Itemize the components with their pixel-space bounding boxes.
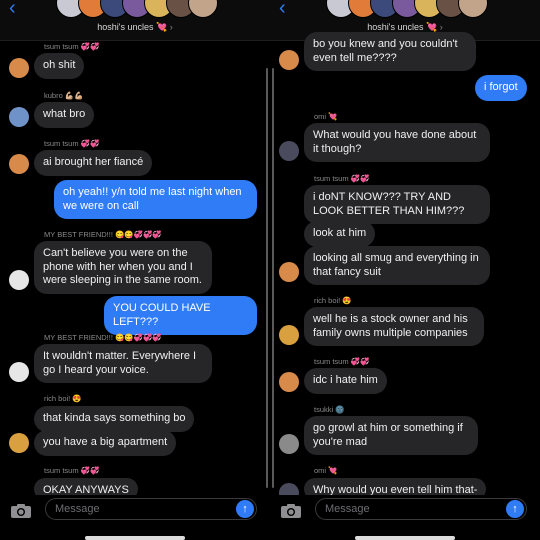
sender-avatar[interactable] — [279, 262, 299, 282]
input-bar: Message ↑ — [0, 495, 270, 540]
sender-avatar[interactable] — [279, 434, 299, 454]
sender-name: kubro 💪🏼💪🏼 — [44, 91, 84, 100]
message-bubble-outgoing[interactable]: i forgot — [475, 75, 527, 101]
conversation-header: ‹ hoshi's uncles 💘 › — [0, 0, 270, 41]
message-bubble[interactable]: i doNT KNOW??? TRY AND LOOK BETTER THAN … — [304, 185, 490, 224]
camera-icon[interactable] — [280, 503, 302, 519]
message-placeholder: Message — [55, 503, 100, 515]
sender-name: MY BEST FRIEND!!! 😋😋💞💞💞 — [44, 333, 162, 342]
chevron-right-icon: › — [169, 22, 173, 32]
message-input[interactable]: Message ↑ — [315, 498, 527, 520]
send-arrow-icon[interactable]: ↑ — [506, 500, 524, 518]
message-bubble[interactable]: idc i hate him — [304, 368, 387, 394]
sender-avatar[interactable] — [279, 50, 299, 70]
sender-name: omi 💘 — [314, 112, 338, 121]
sender-name: tsum tsum 💞💞 — [314, 357, 370, 366]
sender-avatar[interactable] — [9, 270, 29, 290]
message-placeholder: Message — [325, 503, 370, 515]
message-bubble-outgoing[interactable]: YOU COULD HAVE LEFT??? — [104, 296, 257, 335]
message-bubble[interactable]: go growl at him or something if you're m… — [304, 416, 478, 455]
avatar — [458, 0, 488, 18]
scrollbar[interactable] — [266, 68, 268, 488]
message-bubble[interactable]: Can't believe you were on the phone with… — [34, 241, 212, 294]
message-bubble[interactable]: what bro — [34, 102, 95, 128]
message-thread: tsum tsum 💞💞 oh shit kubro 💪🏼💪🏼 what bro… — [0, 40, 270, 500]
heart-emoji: 💘 — [426, 22, 438, 32]
sender-avatar[interactable] — [9, 362, 29, 382]
message-bubble-outgoing[interactable]: oh yeah!! y/n told me last night when we… — [54, 180, 257, 219]
message-bubble[interactable]: you have a big apartment — [34, 430, 177, 456]
message-bubble[interactable]: look at him — [304, 221, 376, 247]
sender-name: rich boi! 😍 — [314, 296, 352, 305]
sender-avatar[interactable] — [279, 325, 299, 345]
message-bubble[interactable]: bo you knew and you couldn't even tell m… — [304, 32, 476, 71]
sender-name: tsum tsum 💞💞 — [44, 42, 100, 51]
group-name[interactable]: hoshi's uncles 💘 › — [0, 22, 270, 33]
sender-name: tsum tsum 💞💞 — [44, 139, 100, 148]
group-name-label: hoshi's uncles — [367, 22, 424, 32]
message-bubble[interactable]: What would you have done about it though… — [304, 123, 490, 162]
message-input[interactable]: Message ↑ — [45, 498, 257, 520]
camera-icon[interactable] — [10, 503, 32, 519]
scrollbar[interactable] — [272, 68, 274, 488]
back-chevron-icon[interactable]: ‹ — [9, 0, 16, 18]
message-bubble[interactable]: looking all smug and everything in that … — [304, 246, 490, 285]
sender-avatar[interactable] — [9, 107, 29, 127]
group-name-label: hoshi's uncles — [97, 22, 154, 32]
sender-name: rich boi! 😍 — [44, 394, 82, 403]
chevron-right-icon: › — [439, 22, 443, 32]
input-bar: Message ↑ — [270, 495, 540, 540]
sender-avatar[interactable] — [279, 141, 299, 161]
message-bubble[interactable]: It wouldn't matter. Everywhere I go I he… — [34, 344, 212, 383]
sender-avatar[interactable] — [279, 372, 299, 392]
right-chat-screen: ‹ hoshi's uncles 💘 › bo you knew and you… — [270, 0, 540, 540]
message-bubble[interactable]: that kinda says something bo — [34, 406, 195, 432]
message-bubble[interactable]: oh shit — [34, 53, 85, 79]
sender-name: tsukki 🌚 — [314, 405, 345, 414]
message-bubble[interactable]: ai brought her fiancé — [34, 150, 153, 176]
home-indicator[interactable] — [85, 536, 185, 540]
back-chevron-icon[interactable]: ‹ — [279, 0, 286, 18]
heart-emoji: 💘 — [156, 22, 168, 32]
avatar — [188, 0, 218, 18]
sender-name: omi 💘 — [314, 466, 338, 475]
sender-avatar[interactable] — [9, 433, 29, 453]
sender-avatar[interactable] — [9, 58, 29, 78]
left-chat-screen: ‹ hoshi's uncles 💘 › tsum tsum 💞💞 oh shi… — [0, 0, 270, 540]
message-thread: bo you knew and you couldn't even tell m… — [270, 32, 540, 503]
home-indicator[interactable] — [355, 536, 455, 540]
send-arrow-icon[interactable]: ↑ — [236, 500, 254, 518]
sender-avatar[interactable] — [9, 154, 29, 174]
sender-name: tsum tsum 💞💞 — [44, 466, 100, 475]
sender-name: MY BEST FRIEND!!! 😋😋💞💞💞 — [44, 230, 162, 239]
message-bubble[interactable]: well he is a stock owner and his family … — [304, 307, 484, 346]
sender-name: tsum tsum 💞💞 — [314, 174, 370, 183]
